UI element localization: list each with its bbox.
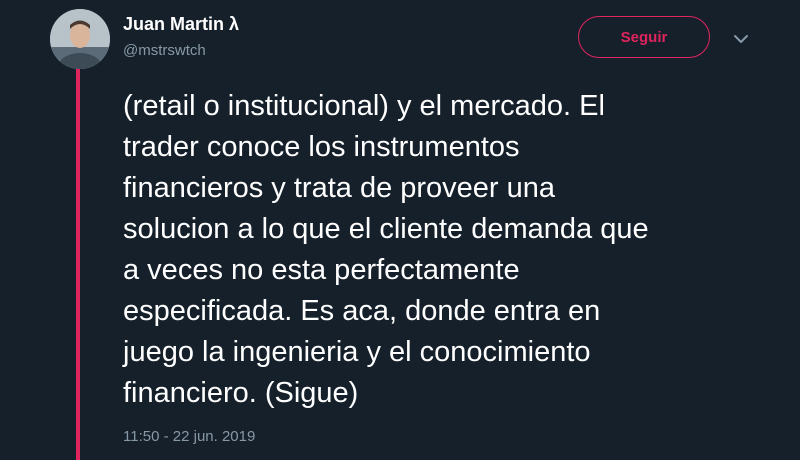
tweet-card: Juan Martin λ @mstrswtch Seguir (retail … bbox=[0, 0, 800, 460]
avatar[interactable] bbox=[50, 9, 110, 69]
chevron-down-icon[interactable] bbox=[730, 28, 752, 50]
author-name[interactable]: Juan Martin λ bbox=[123, 13, 239, 35]
author-handle[interactable]: @mstrswtch bbox=[123, 42, 206, 60]
tweet-text: (retail o institucional) y el mercado. E… bbox=[123, 90, 649, 409]
follow-button[interactable]: Seguir bbox=[578, 16, 710, 58]
thread-line bbox=[76, 66, 80, 460]
tweet-timestamp[interactable]: 11:50 - 22 jun. 2019 bbox=[123, 428, 255, 446]
